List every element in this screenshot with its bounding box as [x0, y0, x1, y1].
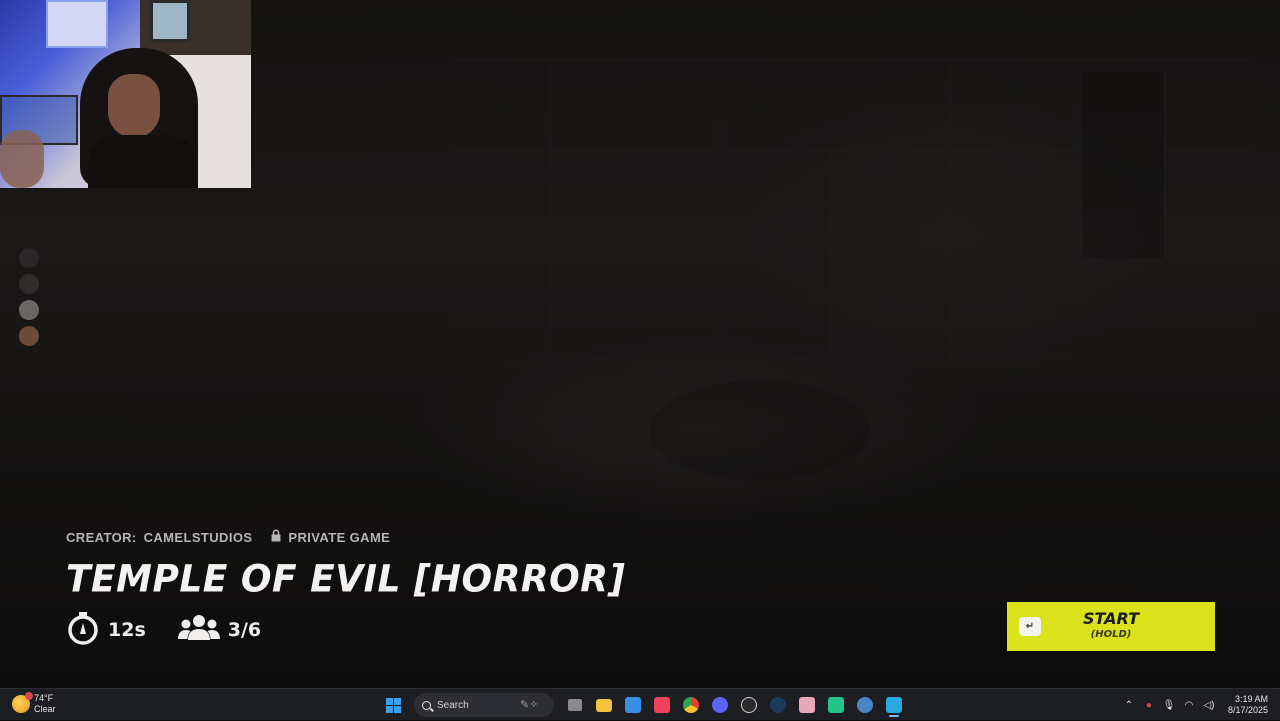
taskbar-app[interactable] [705, 692, 734, 718]
task-view-button[interactable] [560, 692, 589, 718]
search-icon [422, 700, 431, 710]
steam-alt-icon [856, 697, 873, 713]
weather-temp: 74°F [34, 693, 54, 703]
discord-game-icon [827, 697, 844, 713]
weather-icon [12, 692, 33, 713]
start-button[interactable]: ↵ START (HOLD) [1007, 602, 1215, 651]
party-member-avatar[interactable] [19, 274, 39, 294]
recording-icon[interactable]: ● [1140, 696, 1158, 714]
party-member-avatar[interactable] [19, 300, 39, 320]
taskbar-app[interactable] [850, 692, 879, 718]
lock-icon [270, 529, 282, 545]
weather-widget[interactable]: 74°F Clear [12, 692, 56, 715]
chrome-icon [682, 697, 699, 713]
taskbar-app[interactable] [618, 692, 647, 718]
clock-date: 8/17/2025 [1227, 705, 1268, 715]
taskbar-app[interactable] [589, 692, 618, 718]
clock-time: 3:19 AM [1234, 694, 1268, 704]
task-view-icon [567, 699, 582, 711]
game-stats: 12s 3/6 [66, 611, 625, 649]
character-app-icon [798, 697, 815, 713]
taskbar-app[interactable] [647, 692, 676, 718]
players-icon [177, 613, 220, 647]
microphone-icon[interactable]: 🎙 [1160, 696, 1178, 714]
taskbar-app[interactable] [763, 692, 792, 718]
party-members [19, 248, 41, 352]
file-explorer-icon [595, 698, 612, 712]
game-meta: CREATOR: CAMELSTUDIOS PRIVATE GAME [66, 529, 625, 545]
creator-name: CAMELSTUDIOS [143, 529, 253, 545]
taskbar-apps: Search ✎✧ [379, 692, 908, 718]
weather-condition: Clear [34, 704, 56, 714]
game-info: CREATOR: CAMELSTUDIOS PRIVATE GAME TEMPL… [66, 529, 625, 649]
system-tray: ⌃ ● 🎙 ◠ ◁) 3:19 AM 8/17/2025 [1120, 689, 1280, 721]
start-label: START [1082, 609, 1140, 628]
stopwatch-icon [66, 611, 100, 649]
taskbar: 74°F Clear Search ✎✧ ⌃ ● 🎙 ◠ ◁) 3:19 AM … [0, 688, 1280, 720]
party-member-avatar[interactable] [19, 248, 39, 268]
obs-icon [740, 697, 757, 713]
clock[interactable]: 3:19 AM 8/17/2025 [1220, 694, 1280, 716]
search-placeholder: Search [437, 699, 469, 711]
search-highlight-icon: ✎✧ [520, 699, 539, 711]
players-value: 3/6 [227, 619, 262, 641]
webcam-overlay [0, 0, 251, 188]
wifi-icon[interactable]: ◠ [1180, 696, 1198, 714]
taskbar-app[interactable] [821, 692, 850, 718]
discord-icon [711, 697, 728, 713]
fortnite-icon [885, 697, 902, 713]
volume-icon[interactable]: ◁) [1200, 696, 1218, 714]
taskbar-app[interactable] [676, 692, 705, 718]
creator-label: CREATOR: [66, 529, 137, 545]
timer-value: 12s [108, 619, 146, 641]
chevron-up-icon[interactable]: ⌃ [1120, 696, 1138, 714]
taskbar-search[interactable]: Search ✎✧ [414, 693, 554, 717]
start-hold-label: (HOLD) [1090, 629, 1132, 640]
party-member-avatar[interactable] [19, 326, 39, 346]
game-title: TEMPLE OF EVIL [HORROR] [66, 557, 626, 601]
taskbar-app-active[interactable] [879, 692, 908, 718]
game-viewport: CREATOR: CAMELSTUDIOS PRIVATE GAME TEMPL… [0, 0, 1280, 688]
players-stat: 3/6 [177, 613, 262, 647]
start-menu-button[interactable] [379, 692, 408, 718]
microsoft-store-icon [624, 697, 641, 713]
taskbar-app[interactable] [792, 692, 821, 718]
taskbar-app[interactable] [734, 692, 763, 718]
privacy-label: PRIVATE GAME [288, 529, 391, 545]
windows-icon [386, 697, 401, 713]
steam-icon [769, 697, 786, 713]
music-icon [653, 697, 670, 713]
timer-stat: 12s [66, 611, 146, 649]
